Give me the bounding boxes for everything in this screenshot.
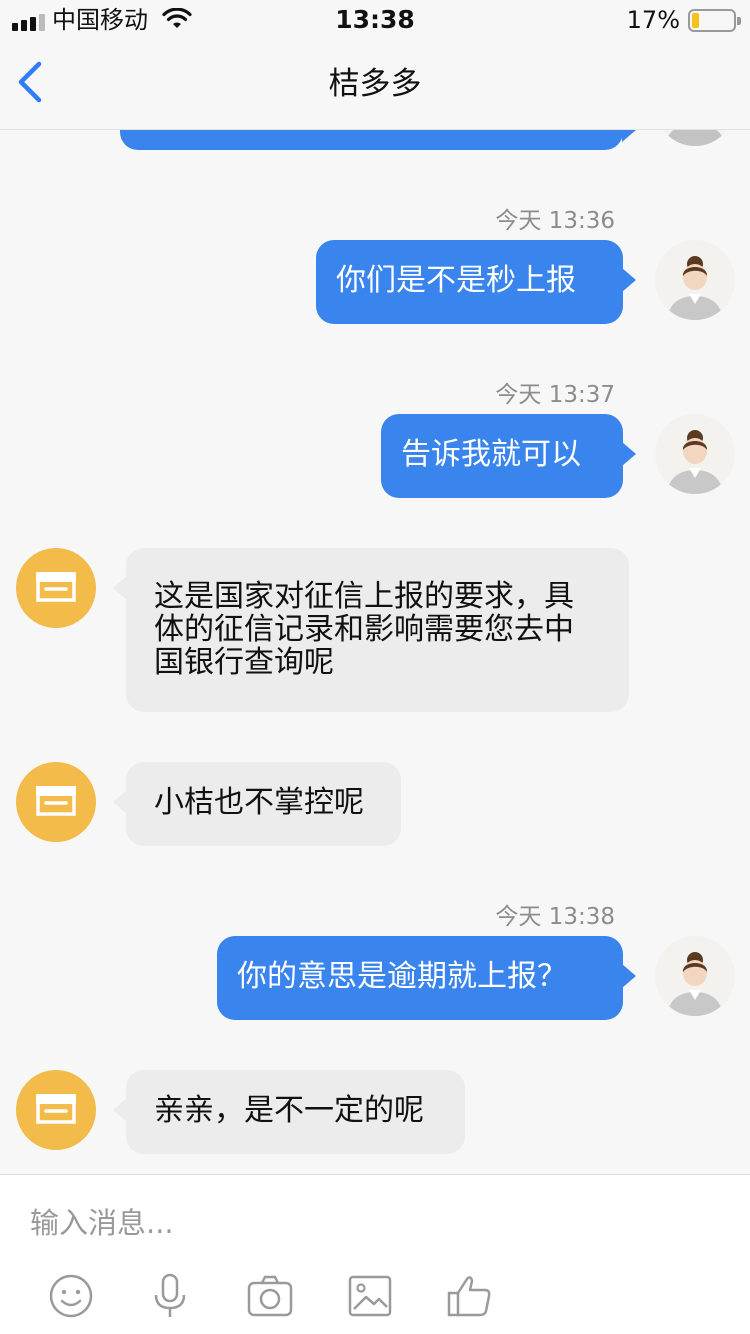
emoji-icon <box>49 1274 93 1318</box>
emoji-button[interactable] <box>46 1271 96 1321</box>
message-bubble-outgoing[interactable]: 你的意思是逾期就上报？ <box>217 936 636 1020</box>
user-avatar[interactable] <box>655 414 735 494</box>
chat-title: 桔多多 <box>328 66 422 102</box>
status-bar: 中国移动 13:38 17% <box>0 0 750 40</box>
store-icon <box>36 786 76 816</box>
voice-button[interactable] <box>145 1271 195 1321</box>
message-bubble-outgoing[interactable]: 你们是不是秒上报 <box>316 240 636 324</box>
message-text: 告诉我就可以 <box>401 437 581 472</box>
message-text-line: 这是国家对征信上报的要求，具 <box>154 579 574 614</box>
message-bubble-incoming[interactable]: 亲亲，是不一定的呢 <box>113 1070 465 1154</box>
user-avatar[interactable] <box>655 936 735 1016</box>
message-input[interactable] <box>30 1201 720 1245</box>
message-text: 你们是不是秒上报 <box>336 263 576 298</box>
message-text-line: 国银行查询呢 <box>154 645 334 680</box>
shop-avatar[interactable] <box>16 1070 96 1150</box>
message-bubble-outgoing[interactable]: 告诉我就可以 <box>381 414 636 498</box>
store-icon <box>36 1094 76 1124</box>
message-timestamp: 今天 13:36 <box>495 208 615 234</box>
shop-avatar[interactable] <box>16 548 96 628</box>
message-text: 你的意思是逾期就上报？ <box>237 959 567 994</box>
user-avatar[interactable] <box>655 130 735 146</box>
message-bubble-incoming[interactable]: 这是国家对征信上报的要求，具 体的征信记录和影响需要您去中 国银行查询呢 <box>113 548 629 712</box>
like-button[interactable] <box>445 1271 495 1321</box>
image-icon <box>348 1275 392 1317</box>
user-avatar[interactable] <box>655 240 735 320</box>
chat-message-list[interactable]: 今天 13:36 你们是不是秒上报 今天 13:37 告诉我就可以 这是国家对征… <box>0 130 750 1174</box>
message-composer <box>0 1174 750 1334</box>
message-text: 小桔也不掌控呢 <box>154 785 364 820</box>
message-bubble-incoming[interactable]: 小桔也不掌控呢 <box>113 762 401 846</box>
thumbs-up-icon <box>447 1276 491 1317</box>
battery-percent: 17% <box>626 6 680 34</box>
message-timestamp: 今天 13:37 <box>495 382 615 408</box>
navigation-bar: 桔多多 <box>0 40 750 130</box>
message-bubble-outgoing-partial[interactable] <box>120 130 636 150</box>
message-timestamp: 今天 13:38 <box>495 904 615 930</box>
shop-avatar[interactable] <box>16 762 96 842</box>
battery-icon <box>688 9 741 32</box>
message-text-line: 体的征信记录和影响需要您去中 <box>154 612 574 647</box>
message-text: 亲亲，是不一定的呢 <box>154 1093 424 1128</box>
store-icon <box>36 572 76 602</box>
composer-toolbar <box>0 1271 750 1321</box>
battery-fill <box>692 13 699 28</box>
microphone-icon <box>154 1273 186 1317</box>
image-button[interactable] <box>345 1271 395 1321</box>
camera-icon <box>247 1275 293 1317</box>
camera-button[interactable] <box>245 1271 295 1321</box>
